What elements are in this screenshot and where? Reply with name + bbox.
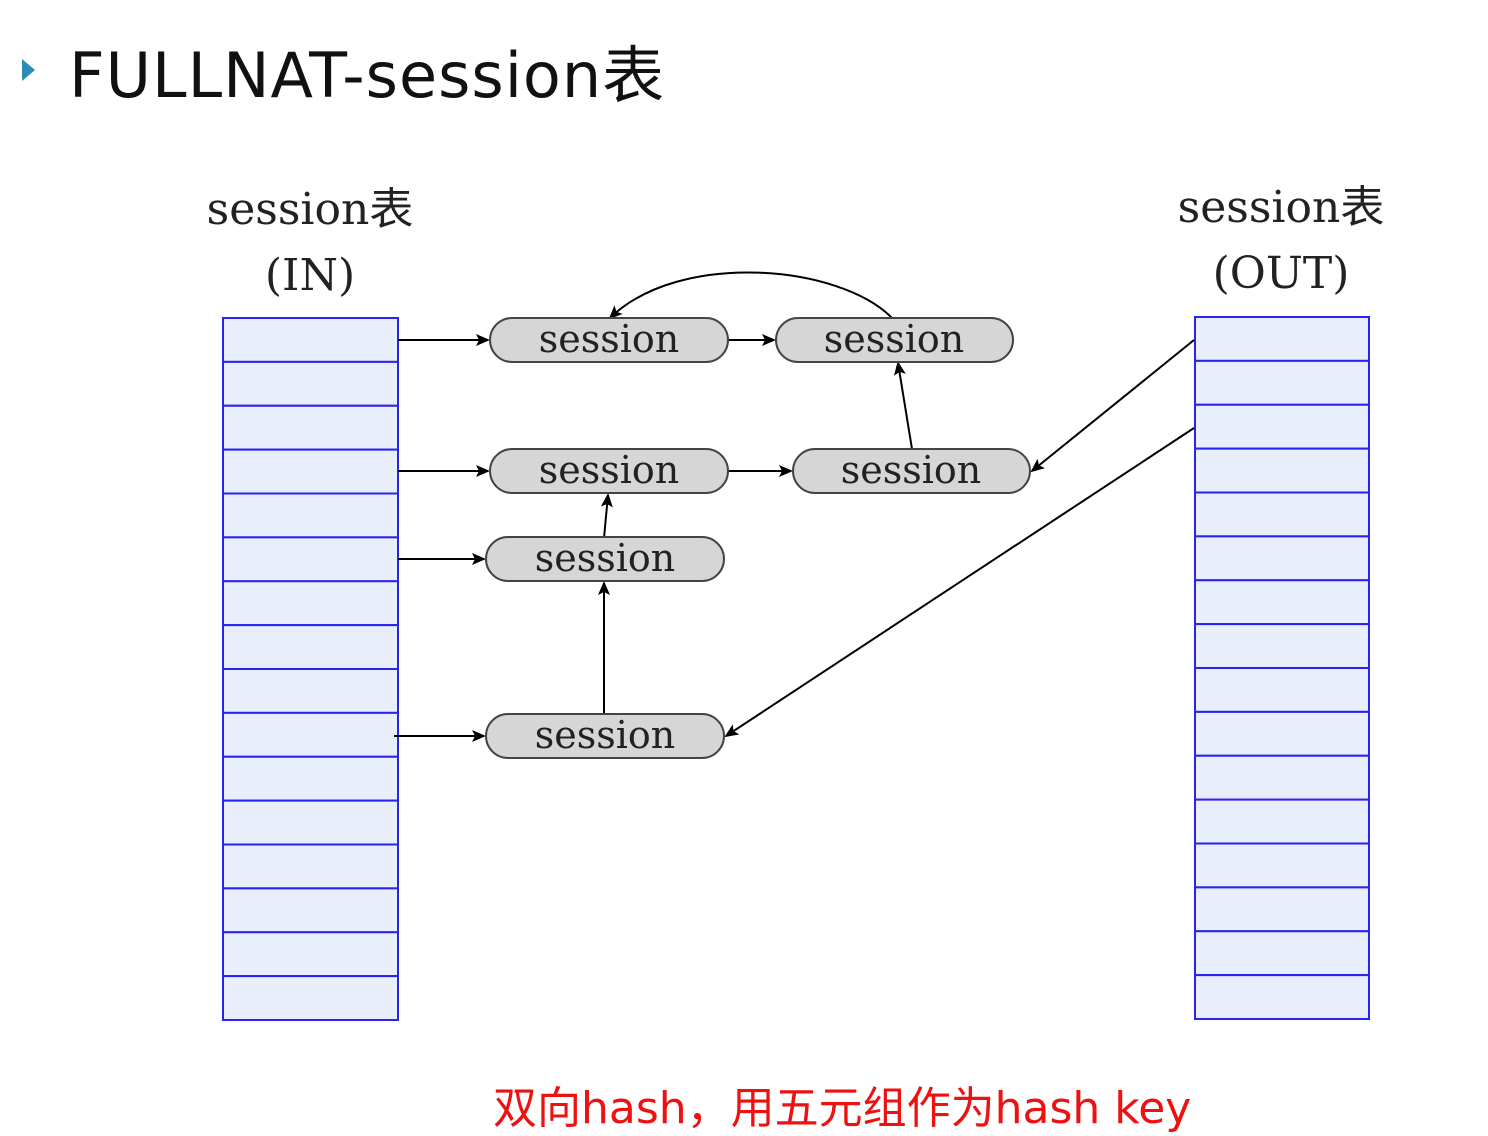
caption-text: 双向hash，用五元组作为hash key <box>493 1083 1192 1134</box>
in-table-bucket <box>222 843 399 890</box>
in-table-bucket <box>222 448 399 495</box>
in-table-bucket <box>222 536 399 583</box>
session-node-5: session <box>485 536 725 582</box>
in-table-label-line1: session表 <box>207 184 414 235</box>
session-node-1-label: session <box>539 317 680 361</box>
out-table-bucket <box>1194 842 1370 889</box>
session-node-2: session <box>775 317 1014 363</box>
out-table-bucket <box>1194 754 1370 801</box>
session-node-6: session <box>485 713 725 759</box>
out-table-bucket <box>1194 359 1370 406</box>
out-table-bucket <box>1194 579 1370 626</box>
in-table-bucket <box>222 887 399 934</box>
session-node-5-label: session <box>535 536 676 580</box>
in-table-bucket <box>222 755 399 802</box>
out-table-bucket <box>1194 447 1370 494</box>
in-table-bucket <box>222 975 399 1021</box>
session-node-4-label: session <box>841 448 982 492</box>
in-table-label-line2: (IN) <box>265 250 355 301</box>
out-table-bucket <box>1194 798 1370 845</box>
session-node-3: session <box>489 448 729 494</box>
session-hash-diagram: session表 (IN) session表 (OUT) session ses… <box>207 182 1385 1021</box>
in-table-bucket <box>222 317 399 363</box>
out-table-bucket <box>1194 974 1370 1020</box>
out-hash-table <box>1194 316 1370 1020</box>
in-table-bucket <box>222 668 399 714</box>
arrow-s4-to-s2 <box>894 361 913 450</box>
in-table-bucket <box>222 360 399 407</box>
in-table-bucket <box>222 492 399 539</box>
arrow-s2-to-s1-curve <box>608 271 893 320</box>
out-table-bucket <box>1194 403 1370 450</box>
out-table-bucket <box>1194 710 1370 757</box>
in-table-bucket <box>222 799 399 846</box>
session-node-4: session <box>792 448 1031 494</box>
out-table-bucket <box>1194 535 1370 582</box>
session-node-2-label: session <box>824 317 965 361</box>
session-node-6-label: session <box>535 713 676 757</box>
in-table-bucket <box>222 580 399 627</box>
arrow-out-bucket-to-s4 <box>1030 339 1195 473</box>
out-table-bucket <box>1194 491 1370 538</box>
in-hash-table <box>222 317 399 1021</box>
out-table-bucket <box>1194 623 1370 669</box>
arrow-s5-to-s3 <box>600 493 613 539</box>
out-table-bucket <box>1194 316 1370 362</box>
out-table-bucket <box>1194 930 1370 977</box>
out-table-label-line1: session表 <box>1178 182 1385 233</box>
in-table-bucket <box>222 711 399 758</box>
out-table-bucket <box>1194 667 1370 713</box>
session-node-3-label: session <box>539 448 680 492</box>
in-table-bucket <box>222 931 399 978</box>
in-table-bucket <box>222 624 399 670</box>
in-table-bucket <box>222 404 399 451</box>
out-table-bucket <box>1194 886 1370 933</box>
out-table-label-line2: (OUT) <box>1213 248 1350 299</box>
session-node-1: session <box>489 317 729 363</box>
